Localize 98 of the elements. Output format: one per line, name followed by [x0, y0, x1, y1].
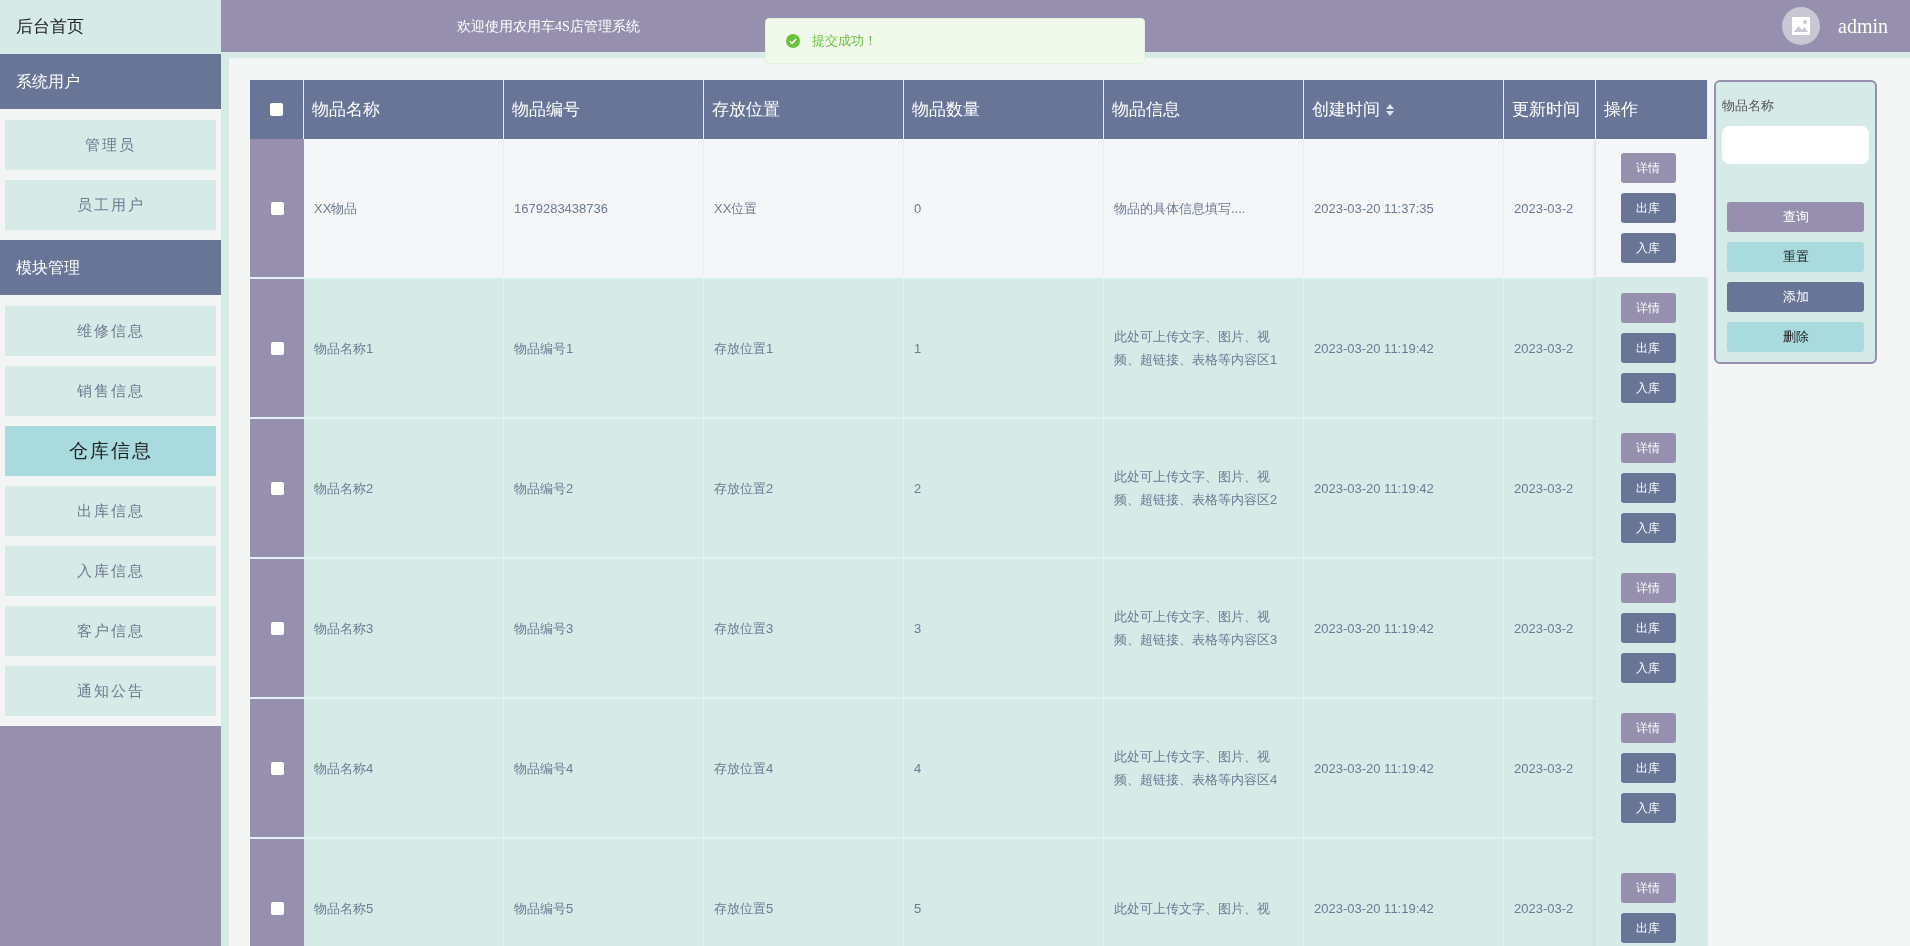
table-cell-text: 物品名称4: [314, 759, 374, 778]
table-cell-text: 物品编号1: [514, 339, 574, 358]
table-cell-text: 物品名称1: [314, 339, 374, 358]
table-cell-text: 物品编号3: [514, 619, 574, 638]
table-cell-text: 存放位置3: [714, 619, 774, 638]
column-header: 存放位置: [712, 98, 780, 121]
toast-message: 提交成功！: [812, 32, 877, 51]
table-cell-text: 物品名称3: [314, 619, 374, 638]
table-cell-text: 2023-03-2: [1514, 899, 1574, 918]
column-header: 物品信息: [1112, 98, 1180, 121]
table-cell-text: 此处可上传文字、图片、视频、超链接、表格等内容区1: [1114, 328, 1279, 369]
system-title: 欢迎使用农用车4S店管理系统: [457, 17, 640, 36]
table-cell-text: 物品编号5: [514, 899, 574, 918]
table-cell-text: 2023-03-20 11:19:42: [1314, 899, 1434, 918]
table-cell-text: 2023-03-20 11:19:42: [1314, 619, 1434, 638]
panel-button[interactable]: 删除: [1727, 321, 1864, 352]
table-cell-text: 存放位置5: [714, 899, 774, 918]
home-link[interactable]: 后台首页: [0, 0, 221, 54]
row-action-button[interactable]: 详情: [1620, 293, 1676, 323]
table-cell-text: 2023-03-20 11:37:35: [1314, 199, 1434, 218]
table-cell-text: 2023-03-2: [1514, 339, 1574, 358]
sidebar-item[interactable]: 客户信息: [5, 606, 216, 656]
column-header: 物品名称: [312, 98, 380, 121]
table-cell-text: 物品名称2: [314, 479, 374, 498]
table-cell-text: 物品名称5: [314, 899, 374, 918]
table-cell-text: 物品的具体信息填写....: [1114, 199, 1246, 218]
table-cell-text: XX物品: [314, 199, 358, 218]
row-action-button[interactable]: 入库: [1620, 373, 1676, 403]
table-cell-text: 物品编号4: [514, 759, 574, 778]
table-cell-text: 存放位置4: [714, 759, 774, 778]
table-cell-text: 0: [914, 199, 922, 218]
column-header: 操作: [1604, 98, 1638, 121]
row-action-button[interactable]: 入库: [1620, 793, 1676, 823]
row-action-button[interactable]: 入库: [1620, 513, 1676, 543]
row-checkbox[interactable]: [270, 761, 284, 775]
table-cell-text: 1679283438736: [514, 199, 608, 218]
panel-button[interactable]: 查询: [1727, 201, 1864, 232]
table-cell-text: 2023-03-2: [1514, 199, 1574, 218]
table-cell-text: 此处可上传文字、图片、视频、超链接、表格等内容区3: [1114, 608, 1279, 649]
username[interactable]: admin: [1838, 11, 1888, 41]
row-action-button[interactable]: 出库: [1620, 753, 1676, 783]
row-action-button[interactable]: 入库: [1620, 233, 1676, 263]
table-cell-text: 2023-03-2: [1514, 479, 1574, 498]
table-cell-text: 2023-03-20 11:19:42: [1314, 479, 1434, 498]
table-cell-text: 2023-03-20 11:19:42: [1314, 339, 1434, 358]
table-cell-text: 2023-03-20 11:19:42: [1314, 759, 1434, 778]
row-action-button[interactable]: 出库: [1620, 473, 1676, 503]
sidebar-item[interactable]: 维修信息: [5, 306, 216, 356]
sidebar-item[interactable]: 员工用户: [5, 180, 216, 230]
table-cell-text: 5: [914, 899, 922, 918]
sidebar-group-header: 系统用户: [0, 54, 221, 109]
row-checkbox[interactable]: [270, 341, 284, 355]
panel-button[interactable]: 重置: [1727, 241, 1864, 272]
table-cell-text: 物品编号2: [514, 479, 574, 498]
panel-button[interactable]: 添加: [1727, 281, 1864, 312]
row-checkbox[interactable]: [270, 901, 284, 915]
row-action-button[interactable]: 详情: [1620, 153, 1676, 183]
select-all-checkbox[interactable]: [270, 103, 283, 116]
table-cell-text: 此处可上传文字、图片、视频、超链接、表格等内容区2: [1114, 468, 1279, 509]
sidebar-item[interactable]: 管理员: [5, 120, 216, 170]
table-cell-text: XX位置: [714, 199, 758, 218]
column-header: 更新时间: [1512, 98, 1580, 121]
sidebar-group-header: 模块管理: [0, 240, 221, 295]
sidebar-item[interactable]: 销售信息: [5, 366, 216, 416]
sort-icon[interactable]: [1386, 103, 1394, 116]
table-cell-text: 2: [914, 479, 922, 498]
sidebar-item[interactable]: 仓库信息: [5, 426, 216, 476]
row-action-button[interactable]: 详情: [1620, 433, 1676, 463]
row-action-button[interactable]: 详情: [1620, 573, 1676, 603]
column-header: 物品编号: [512, 98, 580, 121]
field-label: 物品名称: [1722, 97, 1775, 115]
table-cell-text: 存放位置2: [714, 479, 774, 498]
row-action-button[interactable]: 入库: [1620, 653, 1676, 683]
row-action-button[interactable]: 出库: [1620, 193, 1676, 223]
table-cell-text: 4: [914, 759, 922, 778]
row-action-button[interactable]: 详情: [1620, 873, 1676, 903]
name-input-field[interactable]: [1722, 125, 1869, 164]
table-cell-text: 此处可上传文字、图片、视: [1114, 899, 1270, 918]
column-header: 物品数量: [912, 98, 980, 121]
table-cell-text: 1: [914, 339, 922, 358]
sidebar-item[interactable]: 通知公告: [5, 666, 216, 716]
table-cell-text: 此处可上传文字、图片、视频、超链接、表格等内容区4: [1114, 748, 1279, 789]
table-cell-text: 2023-03-2: [1514, 759, 1574, 778]
table-cell-text: 存放位置1: [714, 339, 774, 358]
table-cell-text: 3: [914, 619, 922, 638]
row-action-button[interactable]: 详情: [1620, 713, 1676, 743]
row-action-button[interactable]: 出库: [1620, 913, 1676, 943]
check-circle-icon: [786, 34, 800, 48]
row-checkbox[interactable]: [270, 621, 284, 635]
column-header: 创建时间: [1312, 98, 1380, 121]
avatar-icon[interactable]: [1782, 7, 1820, 45]
sidebar-item[interactable]: 出库信息: [5, 486, 216, 536]
row-checkbox[interactable]: [270, 481, 284, 495]
row-action-button[interactable]: 出库: [1620, 613, 1676, 643]
table-cell-text: 2023-03-2: [1514, 619, 1574, 638]
row-action-button[interactable]: 出库: [1620, 333, 1676, 363]
sidebar-item[interactable]: 入库信息: [5, 546, 216, 596]
row-checkbox[interactable]: [270, 201, 284, 215]
